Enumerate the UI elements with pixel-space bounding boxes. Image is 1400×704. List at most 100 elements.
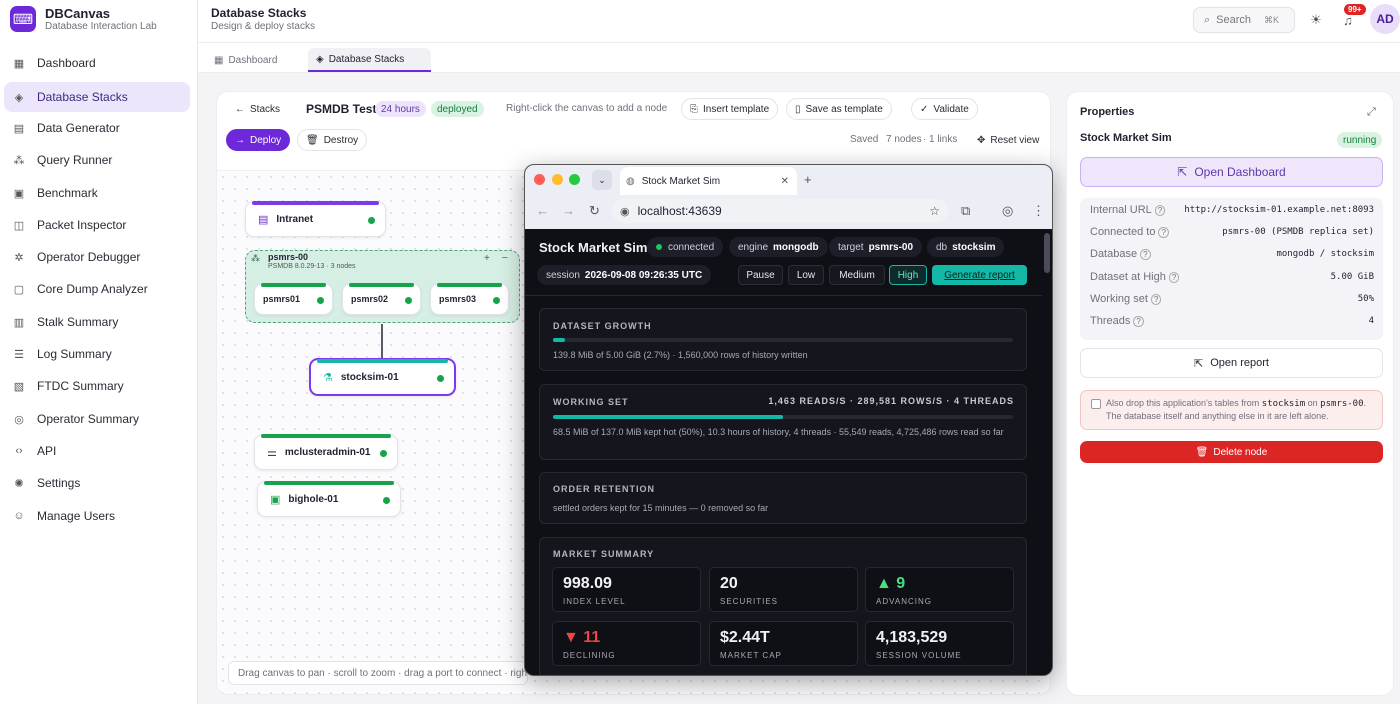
sidebar-item-packet-inspector[interactable]: ◫ Packet Inspector	[4, 210, 190, 240]
sidebar-item-data-generator[interactable]: ▤ Data Generator	[4, 113, 190, 143]
reload-icon[interactable]: ↻	[589, 203, 600, 219]
sidebar-item-settings[interactable]: ✺ Settings	[4, 468, 190, 498]
search-label: Search	[1216, 14, 1252, 26]
status-badge: deployed	[431, 101, 484, 117]
nodes-count: 7 nodes	[886, 134, 922, 145]
info-icon: ?	[1168, 272, 1180, 283]
medium-button[interactable]: Medium	[829, 265, 885, 285]
check-icon: ✓	[920, 103, 929, 115]
search-button[interactable]: ⌕ Search ⌘K	[1193, 7, 1295, 33]
close-window-icon[interactable]	[534, 174, 545, 185]
sidebar-item-stalk-summary[interactable]: ▥ Stalk Summary	[4, 307, 190, 337]
avatar[interactable]: AD	[1370, 4, 1400, 34]
plus-icon[interactable]: +	[484, 253, 490, 264]
links-count: 1 links	[929, 134, 958, 145]
info-icon: ?	[1133, 316, 1144, 327]
search-shortcut: ⌘K	[1264, 14, 1280, 25]
open-dashboard-button[interactable]: ⇱ Open Dashboard	[1080, 157, 1383, 187]
group-name: psmrs-00	[268, 252, 309, 262]
group-meta: PSMDB 8.0.29-13 · 3 nodes	[268, 263, 356, 270]
low-button[interactable]: Low	[788, 265, 824, 285]
db-chip: db stocksim	[927, 237, 1005, 257]
sidebar-item-operator-summary[interactable]: ◎ Operator Summary	[4, 404, 190, 434]
sidebar-item-api[interactable]: ‹› API	[4, 436, 190, 466]
market-summary-title: MARKET SUMMARY	[553, 549, 655, 559]
node-psmrs02[interactable]: psmrs02	[342, 283, 421, 315]
back-icon[interactable]: ←	[536, 203, 549, 218]
open-report-button[interactable]: ⇱ Open report	[1080, 348, 1383, 378]
minus-icon[interactable]: −	[502, 253, 508, 264]
bookmark-star-icon[interactable]: ☆	[929, 204, 940, 218]
sidebar: ⌨ DBCanvas Database Interaction Lab ▦ Das…	[0, 0, 198, 704]
browser-tab-title: Stock Market Sim	[641, 175, 721, 187]
deploy-button[interactable]: → Deploy	[226, 129, 291, 151]
status-dot	[380, 450, 387, 457]
generate-report-button[interactable]: Generate report	[932, 265, 1027, 285]
node-psmrs01[interactable]: psmrs01	[254, 283, 333, 315]
insert-template-button[interactable]: ⎘ Insert template	[681, 98, 779, 120]
destroy-button[interactable]: 🗑 Destroy	[297, 129, 368, 151]
grid-icon: ▦	[214, 54, 224, 66]
sidebar-item-database-stacks[interactable]: ◈ Database Stacks	[4, 82, 190, 112]
node-psmrs03[interactable]: psmrs03	[430, 283, 509, 315]
arrow-right-icon: →	[235, 134, 245, 146]
stat-market-cap: $2.44T MARKET CAP	[709, 621, 858, 666]
new-tab-icon[interactable]: +	[804, 172, 812, 187]
search-icon: ⌕	[1204, 13, 1211, 26]
cpu-icon: ▢	[13, 283, 25, 296]
sidebar-item-benchmark[interactable]: ▣ Benchmark	[4, 178, 190, 208]
url-bar[interactable]: ◉ localhost:43639 ☆	[612, 199, 948, 223]
node-bighole-01[interactable]: ▣ bighole-01	[257, 481, 401, 517]
terminal-icon[interactable]: ⌨	[10, 6, 36, 32]
validate-button[interactable]: ✓ Validate	[911, 98, 978, 120]
pause-button[interactable]: Pause	[738, 265, 783, 285]
prop-database: Database? mongodb / stocksim	[1090, 248, 1374, 260]
profile-icon[interactable]: ◎	[1002, 203, 1013, 219]
order-retention-title: ORDER RETENTION	[553, 484, 656, 494]
close-tab-icon[interactable]: ✕	[781, 176, 789, 187]
back-to-stacks-button[interactable]: ← Stacks	[227, 98, 289, 120]
more-menu-icon[interactable]: ⋮	[1032, 203, 1045, 219]
sidebar-item-dashboard[interactable]: ▦ Dashboard	[4, 48, 190, 78]
sidebar-item-core-dump-analyzer[interactable]: ▢ Core Dump Analyzer	[4, 274, 190, 304]
forward-icon[interactable]: →	[562, 203, 575, 218]
drop-tables-checkbox[interactable]	[1091, 399, 1101, 409]
scrollbar-thumb[interactable]	[1044, 233, 1050, 273]
cluster-icon: ⁂	[251, 253, 260, 263]
node-intranet[interactable]: ▤ Intranet	[245, 201, 386, 237]
save-as-template-button[interactable]: ▯ Save as template	[786, 98, 892, 120]
theme-toggle-sun-icon[interactable]: ☀	[1304, 8, 1328, 32]
nodes-icon: ⁂	[13, 154, 25, 167]
sidebar-item-log-summary[interactable]: ☰ Log Summary	[4, 339, 190, 369]
minimize-window-icon[interactable]	[552, 174, 563, 185]
maximize-window-icon[interactable]	[569, 174, 580, 185]
tab-menu-icon[interactable]: ⌄	[592, 170, 612, 190]
tab-dashboard[interactable]: ▦ Dashboard	[206, 48, 285, 72]
info-icon: ?	[1154, 205, 1166, 216]
summary-icon: ▥	[13, 316, 25, 329]
delete-node-button[interactable]: 🗑 Delete node	[1080, 441, 1383, 463]
working-set-text: 68.5 MiB of 137.0 MiB kept hot (50%), 10…	[553, 427, 1004, 437]
node-mclusteradmin-01[interactable]: ⚌ mclusteradmin-01	[254, 434, 398, 470]
working-set-progress	[553, 415, 1013, 419]
table-icon: ▤	[13, 122, 25, 135]
sim-title: Stock Market Sim	[539, 240, 648, 255]
sidebar-item-ftdc-summary[interactable]: ▧ FTDC Summary	[4, 371, 190, 401]
reset-view-button[interactable]: ✥ Reset view	[969, 129, 1048, 151]
group-psmrs-00[interactable]: ⁂ psmrs-00 PSMDB 8.0.29-13 · 3 nodes + −…	[245, 250, 520, 323]
stack-name[interactable]: PSMDB Test	[306, 102, 376, 116]
expand-icon[interactable]: ⤢	[1367, 106, 1376, 119]
trash-icon: 🗑	[306, 134, 319, 146]
sidebar-item-manage-users[interactable]: ☺ Manage Users	[4, 501, 190, 531]
node-stocksim-01[interactable]: ⚗ stocksim-01	[309, 358, 456, 396]
stat-session-volume: 4,183,529 SESSION VOLUME	[865, 621, 1014, 666]
high-button[interactable]: High	[889, 265, 927, 285]
extensions-icon[interactable]: ⧉	[961, 203, 970, 219]
sidebar-item-query-runner[interactable]: ⁂ Query Runner	[4, 145, 190, 175]
tab-database-stacks[interactable]: ◈ Database Stacks	[308, 48, 431, 72]
dataset-growth-card: DATASET GROWTH 139.8 MiB of 5.00 GiB (2.…	[539, 308, 1027, 371]
browser-tab[interactable]: ◍ Stock Market Sim ✕	[620, 167, 797, 195]
sidebar-item-operator-debugger[interactable]: ✲ Operator Debugger	[4, 242, 190, 272]
top-header: Database Stacks Design & deploy stacks ⌕…	[198, 0, 1400, 43]
browser-chrome: ⌄ ◍ Stock Market Sim ✕ + ← → ↻ ◉ localho…	[525, 165, 1052, 229]
